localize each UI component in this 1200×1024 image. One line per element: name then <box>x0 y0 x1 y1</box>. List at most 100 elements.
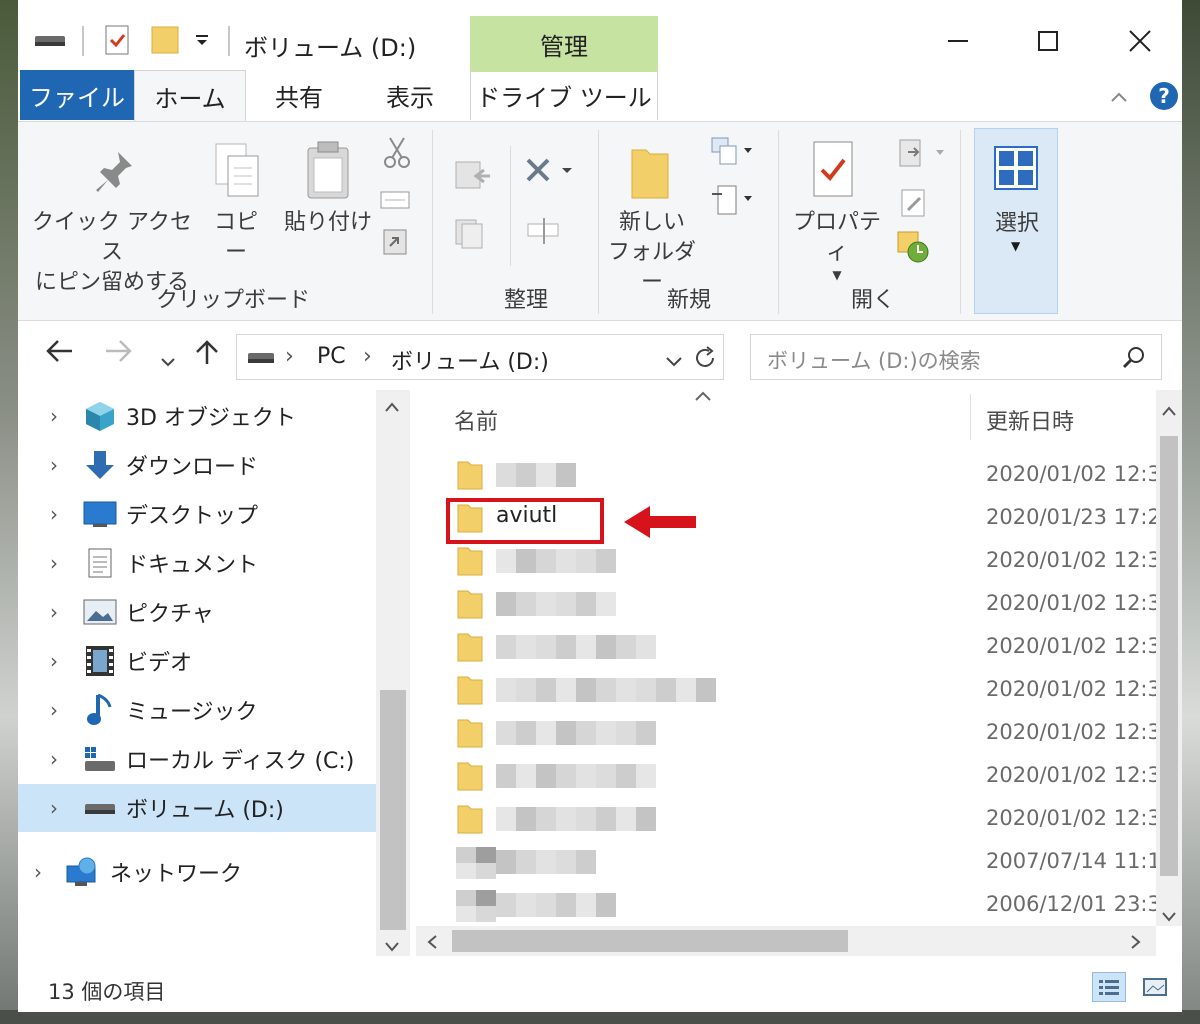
breadcrumb-chevron-icon: › <box>363 344 372 369</box>
file-row[interactable]: 2006/12/01 23:3 <box>416 884 1156 926</box>
horizontal-scroll-thumb[interactable] <box>452 930 848 952</box>
select-button[interactable]: 選択 ▼ <box>974 128 1058 314</box>
scroll-left-arrow-icon[interactable] <box>426 934 438 954</box>
file-row[interactable]: 2020/01/02 12:3 <box>416 798 1156 841</box>
minimize-button[interactable] <box>910 16 1006 66</box>
tab-home[interactable]: ホーム <box>134 70 246 122</box>
paste-button[interactable]: 貼り付け <box>282 208 374 238</box>
close-button[interactable] <box>1092 16 1182 66</box>
breadcrumb-volume[interactable]: ボリューム (D:) <box>391 344 549 376</box>
expand-chevron-icon[interactable]: › <box>50 453 58 477</box>
nav-label: ミュージック <box>126 700 258 725</box>
new-folder-quick-icon[interactable] <box>150 22 182 58</box>
search-icon[interactable] <box>1121 345 1147 375</box>
breadcrumb-pc[interactable]: PC <box>317 344 346 369</box>
move-to-icon[interactable] <box>452 158 498 196</box>
scroll-up-arrow-icon[interactable] <box>1161 402 1177 421</box>
tab-manage[interactable]: 管理 <box>470 16 658 72</box>
title-bar: ボリューム (D:) 管理 <box>18 0 1182 72</box>
blurred-file-name <box>496 678 716 702</box>
nav-item-network[interactable]: › ネットワーク <box>18 848 376 896</box>
cut-icon[interactable] <box>382 136 412 174</box>
delete-icon[interactable] <box>524 156 576 190</box>
forward-button[interactable] <box>104 338 134 371</box>
cube-icon <box>80 398 120 434</box>
scroll-right-arrow-icon[interactable] <box>1130 934 1142 954</box>
nav-label: ネットワーク <box>110 862 243 887</box>
nav-item-videos[interactable]: › ビデオ <box>18 637 376 685</box>
properties-button[interactable]: プロパティ ▼ <box>784 208 890 282</box>
scroll-up-arrow-icon[interactable] <box>384 398 400 417</box>
file-row[interactable]: 2020/01/02 12:3 <box>416 583 1156 626</box>
nav-item-desktop[interactable]: › デスクトップ <box>18 490 376 538</box>
collapse-ribbon-icon[interactable] <box>1110 84 1128 108</box>
file-row[interactable]: 2020/01/02 12:3 <box>416 712 1156 755</box>
back-button[interactable] <box>44 338 74 371</box>
scroll-down-arrow-icon[interactable] <box>1161 908 1177 927</box>
open-icon[interactable] <box>898 138 948 174</box>
file-row[interactable]: 2020/01/02 12:3 <box>416 454 1156 497</box>
file-list-vertical-scrollbar[interactable] <box>1156 390 1182 926</box>
file-list-horizontal-scrollbar[interactable] <box>416 926 1156 956</box>
expand-chevron-icon[interactable]: › <box>50 600 58 624</box>
nav-scroll-thumb[interactable] <box>380 690 406 930</box>
status-bar: 13 個の項目 <box>18 956 1182 1012</box>
details-view-button[interactable] <box>1092 972 1126 1002</box>
address-bar[interactable]: › PC › ボリューム (D:) <box>236 334 724 380</box>
tab-file[interactable]: ファイル <box>20 70 134 120</box>
column-header-modified[interactable]: 更新日時 <box>986 404 1074 436</box>
nav-item-documents[interactable]: › ドキュメント <box>18 539 376 587</box>
search-input[interactable]: ボリューム (D:)の検索 <box>767 345 981 375</box>
maximize-button[interactable] <box>1000 16 1096 66</box>
expand-chevron-icon[interactable]: › <box>34 860 42 884</box>
properties-quick-icon[interactable] <box>104 22 132 58</box>
history-icon[interactable] <box>896 230 930 268</box>
nav-item-3d-objects[interactable]: › 3D オブジェクト <box>18 392 376 440</box>
column-header-name[interactable]: 名前 <box>454 404 498 436</box>
file-row[interactable]: 2020/01/02 12:3 <box>416 755 1156 798</box>
customize-toolbar-icon[interactable] <box>194 22 210 58</box>
refresh-icon[interactable] <box>693 345 717 375</box>
copy-to-icon[interactable] <box>452 216 498 254</box>
recent-locations-button[interactable] <box>160 346 176 376</box>
easy-access-icon[interactable] <box>710 184 756 220</box>
expand-chevron-icon[interactable]: › <box>50 551 58 575</box>
file-row[interactable]: 2020/01/02 12:3 <box>416 669 1156 712</box>
nav-label: ビデオ <box>126 651 193 676</box>
nav-item-volume-d[interactable]: › ボリューム (D:) <box>18 784 376 832</box>
tab-drive-tools[interactable]: ドライブ ツール <box>470 70 658 120</box>
large-icons-view-button[interactable] <box>1138 972 1172 1002</box>
address-dropdown-icon[interactable] <box>665 353 683 372</box>
folder-icon <box>456 718 484 748</box>
search-box[interactable]: ボリューム (D:)の検索 <box>750 334 1162 380</box>
pin-label-line1: クイック アクセス <box>32 210 192 265</box>
copy-button[interactable]: コピー <box>204 208 268 268</box>
help-icon[interactable]: ? <box>1150 82 1178 110</box>
scroll-down-arrow-icon[interactable] <box>384 938 400 957</box>
nav-item-downloads[interactable]: › ダウンロード <box>18 441 376 489</box>
new-item-icon[interactable] <box>710 136 756 172</box>
nav-scrollbar[interactable] <box>376 390 410 956</box>
nav-item-local-disk[interactable]: › ローカル ディスク (C:) <box>18 735 376 783</box>
tab-share[interactable]: 共有 <box>258 70 340 120</box>
file-row[interactable]: 2020/01/02 12:3 <box>416 540 1156 583</box>
expand-chevron-icon[interactable]: › <box>50 502 58 526</box>
file-row[interactable]: 2020/01/02 12:3 <box>416 626 1156 669</box>
column-divider[interactable] <box>970 394 971 440</box>
up-button[interactable] <box>194 338 220 373</box>
rename-icon[interactable] <box>524 216 564 250</box>
expand-chevron-icon[interactable]: › <box>50 404 58 428</box>
expand-chevron-icon[interactable]: › <box>50 747 58 771</box>
nav-item-music[interactable]: › ミュージック <box>18 686 376 734</box>
expand-chevron-icon[interactable]: › <box>50 796 58 820</box>
expand-chevron-icon[interactable]: › <box>50 649 58 673</box>
edit-icon[interactable] <box>900 188 930 222</box>
nav-item-pictures[interactable]: › ピクチャ <box>18 588 376 636</box>
paste-shortcut-icon[interactable] <box>382 226 408 260</box>
file-row[interactable]: 2007/07/14 11:1 <box>416 841 1156 884</box>
red-arrow-icon <box>624 504 696 544</box>
tab-view[interactable]: 表示 <box>370 70 450 120</box>
vertical-scroll-thumb[interactable] <box>1160 436 1178 876</box>
copy-path-icon[interactable] <box>380 190 410 214</box>
expand-chevron-icon[interactable]: › <box>50 698 58 722</box>
